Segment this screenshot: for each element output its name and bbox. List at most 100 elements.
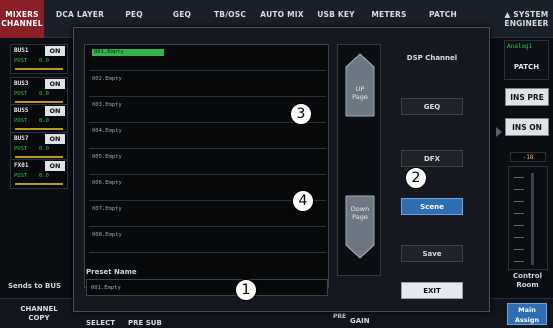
strip-mode: POST (14, 118, 28, 124)
preset-label: 008.Empty (92, 232, 122, 238)
fader-tick (514, 189, 524, 190)
tab-label: PATCH (429, 10, 457, 19)
channel-patch-panel[interactable]: Analog1 PATCH (504, 40, 549, 80)
preset-row[interactable]: 008.Empty (89, 227, 326, 253)
strip-level-bar (15, 68, 63, 70)
preset-name-field[interactable]: 001.Empty (86, 279, 328, 296)
tab-label: ▲ SYSTEM (504, 10, 549, 19)
preset-label: 004.Empty (92, 128, 122, 134)
control-room-level-readout: -18 (510, 152, 546, 162)
preset-row[interactable]: 006.Empty (89, 175, 326, 201)
control-room-label-1: Control (513, 272, 542, 280)
strip-value: 0.0 (39, 173, 49, 179)
fader-tick (514, 213, 524, 214)
control-room-fader[interactable] (508, 166, 548, 270)
channel-strip-bus7[interactable]: BUS7 ON POST 0.0 (10, 132, 68, 162)
strip-on-button[interactable]: ON (45, 46, 65, 56)
channel-strip-fx01[interactable]: FX01 ON POST 0.0 (10, 159, 68, 189)
tab-sublabel: ENGINEER (504, 19, 549, 28)
strip-level-bar (15, 183, 63, 185)
preset-label: 003.Empty (92, 102, 122, 108)
strip-mode: POST (14, 91, 28, 97)
channel-strip-bus1[interactable]: BUS1 ON POST 0.0 (10, 44, 68, 74)
strip-name: BUS5 (14, 107, 29, 114)
strip-mode: POST (14, 146, 28, 152)
select-button[interactable]: SELECT (86, 319, 115, 327)
fader-tick (514, 177, 524, 178)
geq-button[interactable]: GEQ (401, 98, 463, 115)
exit-button[interactable]: EXIT (401, 282, 463, 299)
preset-row[interactable]: 001.Empty (89, 45, 326, 71)
tab-label: METERS (371, 10, 407, 19)
down-page-label-1: Down (350, 205, 370, 213)
channel-strip-bus5[interactable]: BUS5 ON POST 0.0 (10, 104, 68, 134)
strip-value: 0.0 (39, 58, 49, 64)
preset-dialog: 001.Empty 002.Empty 003.Empty 004.Empty … (73, 27, 490, 312)
tab-label: GEQ (172, 10, 192, 19)
fader-tick (514, 237, 524, 238)
preset-label: 002.Empty (92, 76, 122, 82)
sends-to-bus-label: Sends to BUS (8, 282, 62, 290)
preset-name-label: Preset Name (86, 268, 137, 276)
strip-name: BUS1 (14, 47, 29, 54)
tab-system-engineer[interactable]: ▲ SYSTEM ENGINEER (500, 0, 553, 38)
channel-source-label: Analog1 (507, 43, 533, 50)
main-assign-label-2: Assign (514, 316, 540, 324)
scene-button[interactable]: Scene (401, 198, 463, 215)
channel-strip-bus3[interactable]: BUS3 ON POST 0.0 (10, 77, 68, 107)
preset-row[interactable]: 005.Empty (89, 149, 326, 175)
save-button[interactable]: Save (401, 245, 463, 262)
fader-tick (514, 201, 524, 202)
callout-4: 4 (292, 190, 314, 212)
tab-label: DCA LAYER (55, 10, 105, 19)
strip-mode: POST (14, 58, 28, 64)
preset-list[interactable]: 001.Empty 002.Empty 003.Empty 004.Empty … (84, 44, 329, 288)
preset-label: 001.Empty (92, 49, 164, 56)
page-scroll-column: UP Page Down Page (337, 44, 381, 276)
control-room-label-2: Room (516, 281, 539, 289)
preset-name-value: 001.Empty (91, 285, 121, 291)
preset-label: 007.Empty (92, 206, 122, 212)
tab-label: PEQ (125, 10, 143, 19)
up-page-button[interactable]: UP Page (345, 53, 375, 117)
callout-2: 2 (405, 167, 427, 189)
strip-name: BUS7 (14, 135, 29, 142)
strip-on-button[interactable]: ON (45, 134, 65, 144)
preset-label: 005.Empty (92, 154, 122, 160)
fader-tick (514, 261, 524, 262)
up-page-label-2: Page (352, 93, 368, 101)
dfx-button[interactable]: DFX (401, 150, 463, 167)
gain-label: GAIN (350, 317, 370, 325)
strip-name: FX01 (14, 162, 29, 169)
strip-on-button[interactable]: ON (45, 79, 65, 89)
down-page-button[interactable]: Down Page (345, 195, 375, 259)
tab-label: TB/OSC (213, 10, 247, 19)
preset-label: 006.Empty (92, 180, 122, 186)
tab-mixers-channel[interactable]: MIXERS CHANNEL (0, 0, 44, 38)
fader-tick (514, 225, 524, 226)
ins-pre-button[interactable]: INS PRE (505, 88, 549, 106)
preset-row[interactable]: 004.Empty (89, 123, 326, 149)
strip-level-bar (15, 101, 63, 103)
dsp-channel-button[interactable]: DSP Channel (401, 50, 463, 67)
tab-label: USB KEY (317, 10, 355, 19)
strip-on-button[interactable]: ON (45, 161, 65, 171)
preset-row[interactable]: 002.Empty (89, 71, 326, 97)
callout-3: 3 (290, 103, 312, 125)
strip-value: 0.0 (39, 91, 49, 97)
up-page-label-1: UP (355, 85, 365, 93)
channel-copy-button[interactable]: CHANNEL COPY (14, 305, 64, 323)
strip-mode: POST (14, 173, 28, 179)
panel-arrow-icon (496, 127, 502, 137)
callout-1: 1 (235, 279, 257, 301)
pre-sub-button[interactable]: PRE SUB (128, 319, 162, 327)
main-assign-button[interactable]: Main Assign (507, 303, 547, 325)
tab-label: MIXERS (5, 10, 39, 19)
strip-level-bar (15, 128, 63, 130)
main-assign-label-1: Main (518, 306, 536, 314)
ins-on-button[interactable]: INS ON (505, 118, 549, 136)
preset-row[interactable]: 007.Empty (89, 201, 326, 227)
strip-on-button[interactable]: ON (45, 106, 65, 116)
control-room-label: Control Room (505, 272, 550, 290)
patch-label: PATCH (513, 63, 540, 71)
